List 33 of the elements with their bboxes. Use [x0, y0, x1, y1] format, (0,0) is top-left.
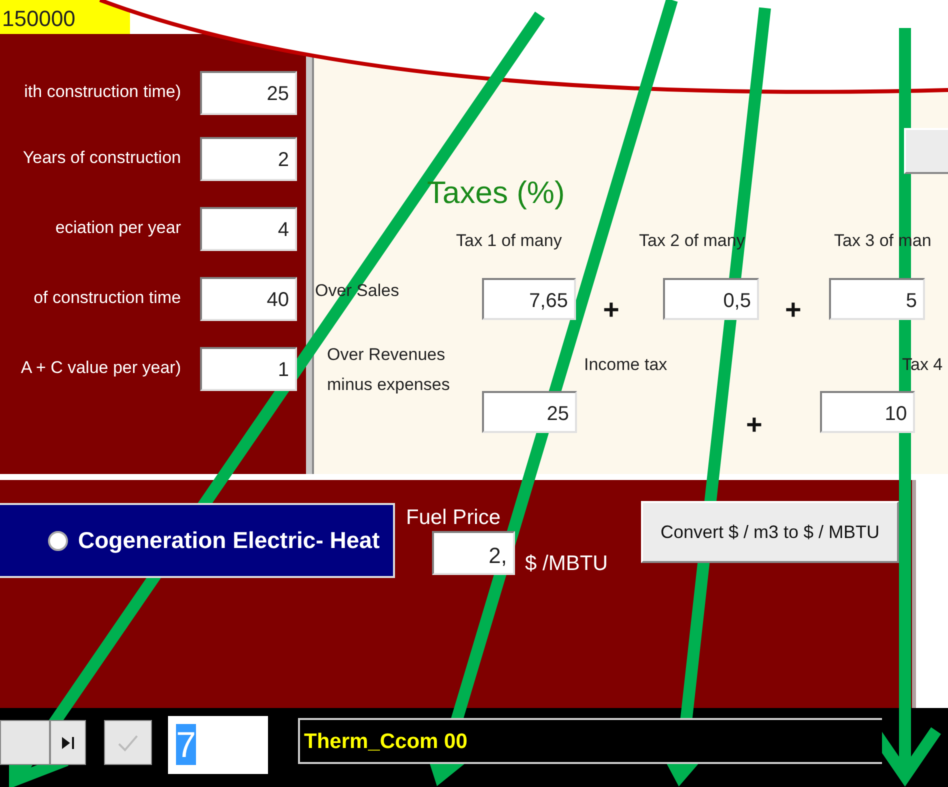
column-header: Tax 1 of many — [456, 230, 562, 252]
last-record-icon — [61, 736, 75, 750]
number-field[interactable]: 4 — [200, 207, 297, 251]
number-field[interactable]: 40 — [200, 277, 297, 321]
number-field[interactable]: 25 — [200, 71, 297, 115]
tax-field[interactable]: 5 — [829, 278, 925, 320]
tax-field[interactable]: 0,5 — [663, 278, 759, 320]
number-field[interactable]: 1 — [200, 347, 297, 391]
tax-field[interactable]: 7,65 — [482, 278, 576, 320]
field-label: ith construction time) — [24, 81, 181, 103]
tax-field[interactable]: 10 — [820, 391, 915, 433]
plus-sign: + — [603, 293, 620, 327]
value-field[interactable]: 150000 — [0, 0, 130, 34]
section-title: Taxes (%) — [427, 174, 565, 212]
number-field[interactable]: 2 — [200, 137, 297, 181]
tax-field[interactable]: 25 — [482, 391, 577, 433]
field-label: Fuel Price — [406, 505, 501, 531]
status-field: Therm_Ccom 00 — [298, 718, 882, 764]
radio-button[interactable] — [48, 530, 68, 550]
price-field[interactable]: 2, — [432, 531, 515, 575]
field-label: A + C value per year) — [20, 357, 181, 379]
panel-button[interactable] — [904, 128, 948, 174]
plus-sign: + — [746, 408, 762, 442]
convert-button[interactable]: Convert $ / m3 to $ / MBTU — [641, 501, 899, 563]
row-label: Over Revenues minus expenses — [327, 344, 451, 396]
last-record-button[interactable] — [50, 720, 86, 765]
field-label: eciation per year — [55, 217, 181, 239]
field-label: of construction time — [34, 287, 181, 309]
column-header: Income tax — [584, 354, 668, 376]
mode-option[interactable]: Cogeneration Electric- Heat — [0, 503, 395, 578]
unit-label: $ /MBTU — [525, 551, 608, 577]
field-label: Years of construction — [22, 147, 181, 169]
plus-sign: + — [785, 293, 802, 327]
